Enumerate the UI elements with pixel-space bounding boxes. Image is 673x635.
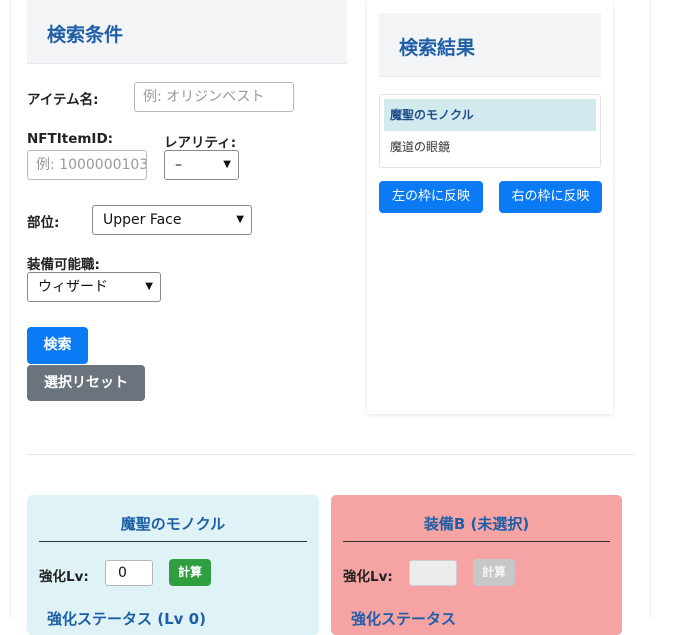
job-select[interactable]: ウィザード ▼ bbox=[27, 272, 161, 302]
equip-b-lv-label: 強化Lv: bbox=[343, 569, 393, 585]
rarity-select-value: – bbox=[175, 157, 182, 173]
equip-b-calc-button[interactable]: 計算 bbox=[473, 559, 515, 586]
results-list: 魔聖のモノクル 魔道の眼鏡 bbox=[379, 94, 601, 168]
slot-select[interactable]: Upper Face ▼ bbox=[92, 205, 252, 235]
search-button[interactable]: 検索 bbox=[27, 327, 88, 364]
rarity-select[interactable]: – ▼ bbox=[164, 150, 239, 180]
job-select-value: ウィザード bbox=[38, 279, 108, 295]
item-name-input[interactable]: 例: オリジンベスト bbox=[134, 82, 294, 112]
slot-select-value: Upper Face bbox=[103, 212, 182, 228]
chevron-down-icon: ▼ bbox=[223, 159, 231, 170]
search-panel: 検索条件 bbox=[27, 0, 347, 64]
results-card: 検索結果 魔聖のモノクル 魔道の眼鏡 左の枠に反映 右の枠に反映 bbox=[367, 0, 613, 414]
equip-b-title: 装備B (未選択) bbox=[343, 513, 610, 542]
equip-b-lv-input[interactable] bbox=[409, 560, 457, 586]
nft-id-input[interactable]: 例: 10000001030 bbox=[27, 150, 147, 180]
page-frame-left bbox=[10, 0, 11, 619]
equip-a-calc-button[interactable]: 計算 bbox=[169, 559, 211, 586]
result-item[interactable]: 魔道の眼鏡 bbox=[384, 131, 596, 163]
equip-b-card: 装備B (未選択) 強化Lv: 計算 強化ステータス bbox=[331, 495, 622, 635]
apply-right-button[interactable]: 右の枠に反映 bbox=[499, 181, 602, 213]
item-name-label: アイテム名: bbox=[27, 92, 99, 108]
equip-a-card: 魔聖のモノクル 強化Lv: 0 計算 強化ステータス (Lv 0) bbox=[27, 495, 319, 635]
section-divider bbox=[27, 454, 634, 455]
equip-a-lv-label: 強化Lv: bbox=[39, 569, 89, 585]
equip-a-lv-input[interactable]: 0 bbox=[105, 560, 153, 586]
job-label: 装備可能職: bbox=[27, 257, 100, 273]
equip-a-title: 魔聖のモノクル bbox=[39, 513, 307, 542]
search-panel-title: 検索条件 bbox=[47, 24, 124, 46]
chevron-down-icon: ▼ bbox=[236, 214, 244, 225]
search-panel-header: 検索条件 bbox=[27, 0, 347, 64]
result-item-selected[interactable]: 魔聖のモノクル bbox=[384, 99, 596, 131]
chevron-down-icon: ▼ bbox=[145, 281, 153, 292]
results-header: 検索結果 bbox=[379, 13, 601, 77]
page-frame-right bbox=[650, 0, 651, 619]
slot-label: 部位: bbox=[27, 215, 60, 231]
apply-left-button[interactable]: 左の枠に反映 bbox=[379, 181, 483, 213]
nft-id-label: NFTItemID: bbox=[27, 131, 114, 147]
results-title: 検索結果 bbox=[399, 37, 476, 59]
rarity-label: レアリティ: bbox=[164, 135, 237, 151]
reset-button[interactable]: 選択リセット bbox=[27, 365, 145, 401]
